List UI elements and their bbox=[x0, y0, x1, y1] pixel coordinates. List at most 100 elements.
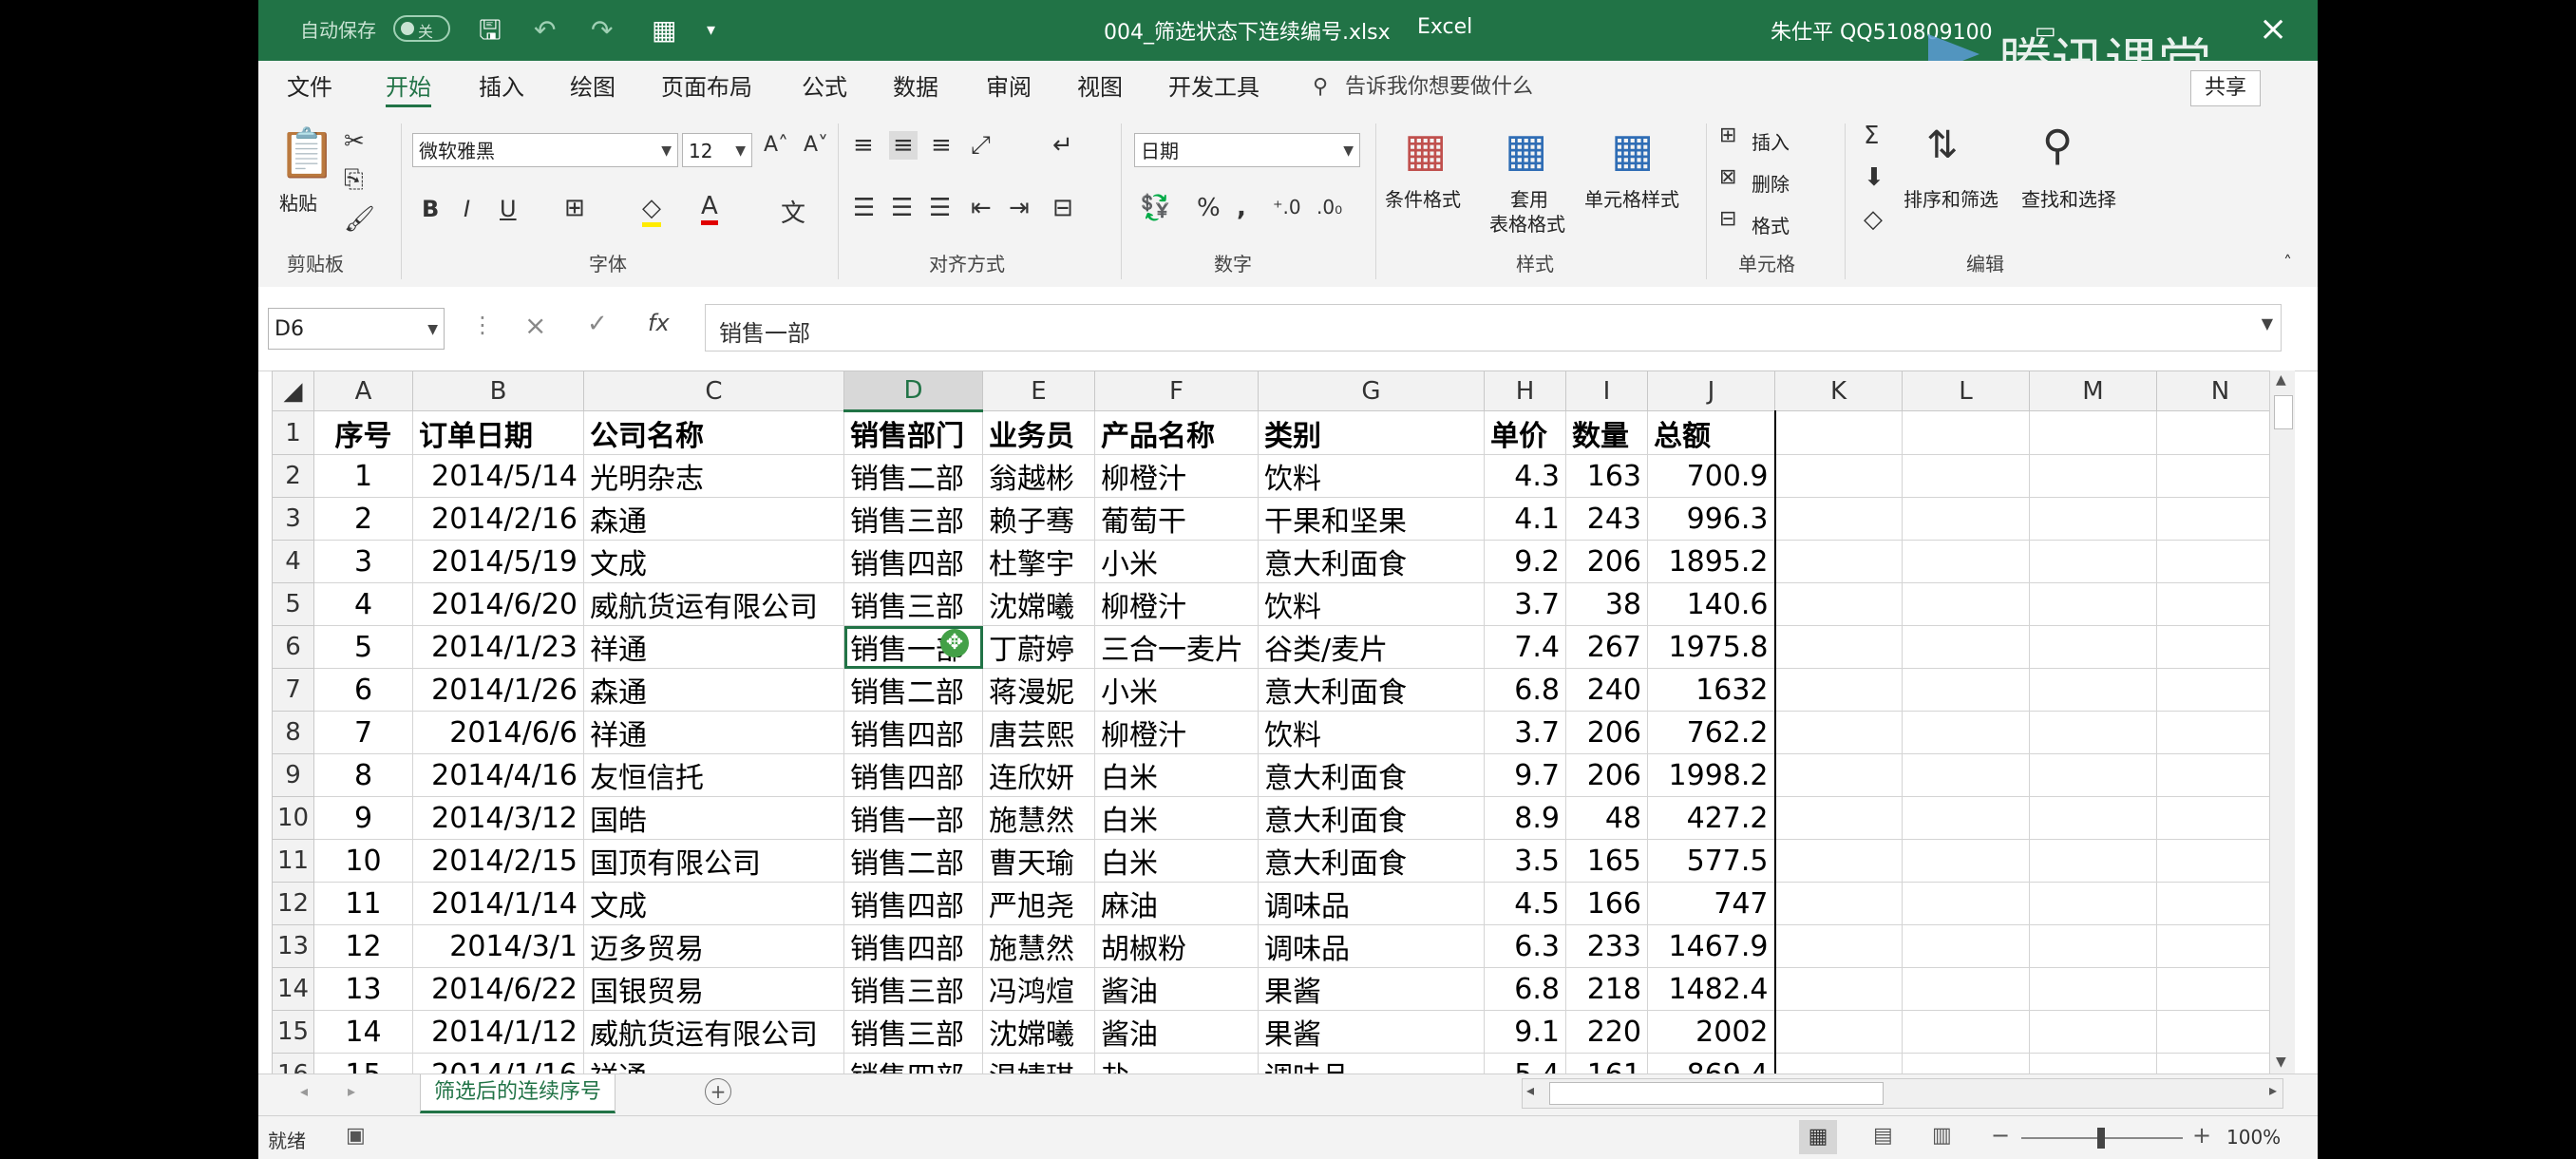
cell[interactable]: 果酱 bbox=[1258, 967, 1485, 1011]
cell[interactable]: 销售一部 bbox=[843, 796, 983, 840]
cell[interactable]: 严旭尧 bbox=[982, 882, 1095, 925]
tab-developer[interactable]: 开发工具 bbox=[1168, 70, 1260, 104]
conditional-format-icon[interactable]: ▦ bbox=[1404, 124, 1447, 177]
row-header[interactable]: 5 bbox=[272, 582, 314, 626]
cell[interactable]: 文成 bbox=[583, 882, 844, 925]
cell[interactable]: 销售二部 bbox=[843, 839, 983, 883]
cell[interactable]: 38 bbox=[1565, 582, 1648, 626]
col-header-k[interactable]: K bbox=[1774, 370, 1903, 411]
cell[interactable]: 48 bbox=[1565, 796, 1648, 840]
cell[interactable]: 4.5 bbox=[1484, 882, 1566, 925]
cell[interactable] bbox=[1774, 839, 1903, 883]
underline-icon[interactable]: U bbox=[500, 196, 517, 222]
col-header-d[interactable]: D bbox=[843, 370, 983, 412]
cell[interactable] bbox=[2156, 796, 2284, 840]
cell[interactable] bbox=[2156, 839, 2284, 883]
accounting-format-icon[interactable]: 💱 bbox=[1140, 194, 1170, 222]
tab-file[interactable]: 文件 bbox=[287, 70, 332, 104]
scroll-down-icon[interactable]: ▼ bbox=[2276, 1054, 2286, 1070]
row-header[interactable]: 11 bbox=[272, 839, 314, 883]
cell[interactable]: 连欣妍 bbox=[982, 753, 1095, 797]
formula-input[interactable]: 销售一部 ▼ bbox=[705, 304, 2282, 352]
font-size-combo[interactable]: 12 ▼ bbox=[682, 133, 752, 167]
phonetic-icon[interactable]: 文 bbox=[781, 194, 805, 229]
cell[interactable]: 白米 bbox=[1094, 753, 1259, 797]
font-color-icon[interactable]: A bbox=[701, 192, 718, 225]
cell[interactable]: 9.1 bbox=[1484, 1010, 1566, 1054]
cell[interactable]: 饮料 bbox=[1258, 711, 1485, 754]
cell[interactable]: 公司名称 bbox=[583, 410, 844, 455]
col-header-b[interactable]: B bbox=[412, 370, 584, 411]
cell[interactable] bbox=[1902, 711, 2030, 754]
format-as-table-label-1[interactable]: 套用 bbox=[1510, 184, 1548, 212]
cell[interactable] bbox=[1774, 582, 1903, 626]
cell[interactable]: 3.5 bbox=[1484, 839, 1566, 883]
tab-view[interactable]: 视图 bbox=[1077, 70, 1123, 104]
cell[interactable]: 祥通 bbox=[583, 711, 844, 754]
cell[interactable]: 6 bbox=[313, 668, 413, 712]
cell[interactable]: 调味品 bbox=[1258, 924, 1485, 968]
zoom-in-icon[interactable]: + bbox=[2192, 1122, 2211, 1149]
cell[interactable]: 威航货运有限公司 bbox=[583, 582, 844, 626]
cell[interactable]: 类别 bbox=[1258, 410, 1485, 455]
row-header[interactable]: 6 bbox=[272, 625, 314, 669]
scroll-left-icon[interactable]: ◂ bbox=[1526, 1081, 1534, 1099]
cell[interactable] bbox=[2029, 668, 2157, 712]
cell[interactable]: 8 bbox=[313, 753, 413, 797]
cell[interactable]: 销售三部 bbox=[843, 1010, 983, 1054]
cell[interactable]: 国皓 bbox=[583, 796, 844, 840]
sheet-tab-active[interactable]: 筛选后的连续序号 bbox=[420, 1074, 616, 1113]
cell[interactable]: 柳橙汁 bbox=[1094, 711, 1259, 754]
row-header[interactable]: 12 bbox=[272, 882, 314, 925]
cell[interactable]: 747 bbox=[1647, 882, 1776, 925]
row-header[interactable]: 3 bbox=[272, 497, 314, 541]
cell[interactable]: 140.6 bbox=[1647, 582, 1776, 626]
sort-filter-button[interactable]: 排序和筛选 bbox=[1904, 184, 1998, 212]
scroll-up-icon[interactable]: ▲ bbox=[2276, 372, 2286, 388]
customize-qat-icon[interactable]: ▾ bbox=[707, 13, 715, 48]
row-header[interactable]: 4 bbox=[272, 540, 314, 583]
cell[interactable] bbox=[1902, 839, 2030, 883]
scroll-right-icon[interactable]: ▸ bbox=[2269, 1081, 2277, 1099]
cell[interactable]: 10 bbox=[313, 839, 413, 883]
cell[interactable]: 166 bbox=[1565, 882, 1648, 925]
save-icon[interactable]: 🖫 bbox=[479, 13, 502, 48]
row-header[interactable]: 14 bbox=[272, 967, 314, 1011]
cell[interactable]: 白米 bbox=[1094, 796, 1259, 840]
cell[interactable]: 国银贸易 bbox=[583, 967, 844, 1011]
conditional-format-button[interactable]: 条件格式 bbox=[1385, 184, 1461, 212]
format-cells-icon[interactable]: ⊟ bbox=[1719, 207, 1736, 231]
paste-button-label[interactable]: 粘贴 bbox=[279, 188, 317, 216]
col-header-f[interactable]: F bbox=[1094, 370, 1259, 411]
prev-sheet-icon[interactable]: ◂ bbox=[300, 1082, 308, 1100]
cell[interactable] bbox=[2029, 796, 2157, 840]
cell[interactable]: 5.4 bbox=[1484, 1053, 1566, 1074]
col-header-c[interactable]: C bbox=[583, 370, 844, 411]
tab-draw[interactable]: 绘图 bbox=[570, 70, 616, 104]
cell[interactable]: 3.7 bbox=[1484, 582, 1566, 626]
cell[interactable]: 迈多贸易 bbox=[583, 924, 844, 968]
cell[interactable] bbox=[2029, 924, 2157, 968]
row-header[interactable]: 7 bbox=[272, 668, 314, 712]
cell[interactable]: 意大利面食 bbox=[1258, 753, 1485, 797]
row-header[interactable]: 1 bbox=[272, 410, 314, 455]
cell[interactable]: 光明杂志 bbox=[583, 454, 844, 498]
align-top-icon[interactable]: ≡ bbox=[853, 131, 874, 160]
col-header-a[interactable]: A bbox=[313, 370, 413, 411]
cell[interactable]: 1482.4 bbox=[1647, 967, 1776, 1011]
cell[interactable]: 7 bbox=[313, 711, 413, 754]
cell[interactable]: 麻油 bbox=[1094, 882, 1259, 925]
cell[interactable]: 1998.2 bbox=[1647, 753, 1776, 797]
cell[interactable] bbox=[1774, 924, 1903, 968]
cell[interactable] bbox=[2029, 1010, 2157, 1054]
cell[interactable]: 165 bbox=[1565, 839, 1648, 883]
cell[interactable]: 森通 bbox=[583, 497, 844, 541]
cell[interactable] bbox=[1774, 796, 1903, 840]
cell[interactable]: 盐 bbox=[1094, 1053, 1259, 1074]
cell[interactable]: 总额 bbox=[1647, 410, 1776, 455]
cell[interactable]: 6.8 bbox=[1484, 668, 1566, 712]
row-header[interactable]: 13 bbox=[272, 924, 314, 968]
cell[interactable]: 427.2 bbox=[1647, 796, 1776, 840]
cell[interactable]: 意大利面食 bbox=[1258, 540, 1485, 583]
cell[interactable]: 2014/3/12 bbox=[412, 796, 584, 840]
